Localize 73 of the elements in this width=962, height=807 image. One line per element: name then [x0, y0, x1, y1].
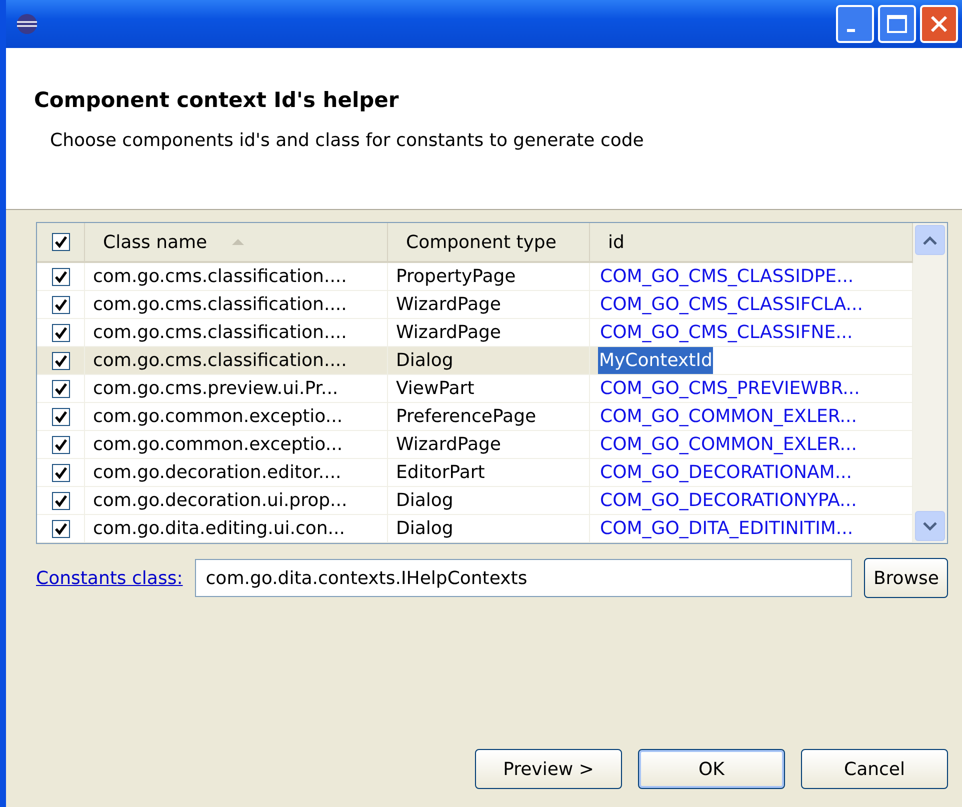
table-cell-text: WizardPage — [396, 293, 501, 317]
table-row[interactable]: com.go.cms.classification.... PropertyPage COM_GO_CMS_CLASSIDPE... — [37, 263, 913, 291]
table-cell-text: com.go.decoration.ui.prop... — [93, 489, 348, 513]
minimize-button[interactable] — [836, 5, 874, 43]
table-cell-text: com.go.cms.classification.... — [93, 321, 347, 345]
checkbox[interactable] — [52, 233, 70, 251]
table-cell-text: WizardPage — [396, 321, 501, 345]
close-icon — [929, 14, 949, 34]
table-row[interactable]: com.go.cms.preview.ui.Pr... ViewPart COM_GO_CMS_PREVIEWBR... — [37, 375, 913, 403]
table-cell-text: COM_GO_COMMON_EXLER... — [599, 405, 857, 429]
checkbox[interactable] — [52, 436, 70, 454]
table-cell-text: Dialog — [396, 349, 454, 373]
checkbox[interactable] — [52, 464, 70, 482]
table-cell-text: com.go.decoration.editor.... — [93, 461, 342, 485]
sort-ascending-icon — [231, 238, 246, 246]
constants-class-link[interactable]: Constants class: — [36, 564, 183, 592]
constants-class-field[interactable]: com.go.dita.contexts.IHelpContexts — [194, 559, 852, 597]
app-globe-icon — [16, 13, 38, 35]
dialog-heading: Component context Id's helper — [34, 88, 400, 114]
table-row[interactable]: com.go.dita.editing.ui.con... Dialog COM_GO_DITA_EDITINITIM... — [37, 515, 913, 543]
table-cell-text: COM_GO_CMS_CLASSIDPE... — [599, 265, 854, 289]
dialog-description: Choose components id's and class for constants to generate code — [50, 129, 645, 154]
table-row[interactable]: com.go.cms.classification.... WizardPage COM_GO_CMS_CLASSIFCLA... — [37, 291, 913, 319]
table-cell-text: PreferencePage — [396, 405, 536, 429]
table-cell-text: EditorPart — [396, 461, 485, 485]
browse-button[interactable]: Browse — [864, 558, 948, 598]
table-cell-text: WizardPage — [396, 433, 501, 457]
checkbox[interactable] — [52, 380, 70, 398]
vertical-scrollbar[interactable] — [913, 223, 947, 543]
table-cell-text: com.go.cms.classification.... — [93, 265, 347, 289]
table-cell-text: com.go.common.exceptio... — [93, 433, 343, 457]
table-row[interactable]: com.go.decoration.editor.... EditorPart COM_GO_DECORATIONAM... — [37, 459, 913, 487]
table-row[interactable]: com.go.decoration.ui.prop... Dialog COM_GO_DECORATIONYPA... — [37, 487, 913, 515]
id-edit-field[interactable]: MyContextId — [598, 347, 912, 374]
table-cell-text: com.go.cms.preview.ui.Pr... — [93, 377, 338, 401]
dialog-button[interactable]: Preview > — [475, 749, 622, 789]
chevron-up-icon — [923, 236, 937, 244]
table-row[interactable]: com.go.common.exceptio... WizardPage COM_GO_COMMON_EXLER... — [37, 431, 913, 459]
checkbox[interactable] — [52, 408, 70, 426]
minimize-icon — [847, 28, 855, 32]
dialog-button[interactable]: Cancel — [801, 749, 948, 789]
checkbox[interactable] — [52, 296, 70, 314]
table-cell-text: COM_GO_CMS_CLASSIFNE... — [599, 321, 853, 345]
chevron-down-icon — [923, 522, 937, 530]
column-header[interactable]: Component type — [388, 223, 590, 261]
table-cell-text: Dialog — [396, 489, 454, 513]
maximize-icon — [887, 15, 907, 33]
table-cell-text: ViewPart — [396, 377, 474, 401]
table-cell-text: COM_GO_CMS_CLASSIFCLA... — [599, 293, 863, 317]
close-button[interactable] — [920, 5, 958, 43]
dialog-button[interactable]: OK — [638, 749, 785, 789]
table-cell-text: com.go.cms.classification.... — [93, 349, 347, 373]
table-cell-text: COM_GO_DITA_EDITINITIM... — [599, 517, 854, 541]
checkbox[interactable] — [52, 324, 70, 342]
table-cell-text: COM_GO_DECORATIONAM... — [599, 461, 852, 485]
table-cell-text: COM_GO_DECORATIONYPA... — [599, 489, 857, 513]
checkbox[interactable] — [52, 352, 70, 370]
column-header[interactable]: Class name — [85, 223, 388, 261]
table-cell-text: com.go.cms.classification.... — [93, 293, 347, 317]
table-cell-text: PropertyPage — [396, 265, 516, 289]
table-cell-text: COM_GO_COMMON_EXLER... — [599, 433, 857, 457]
checkbox[interactable] — [52, 520, 70, 538]
table-cell-text: COM_GO_CMS_PREVIEWBR... — [599, 377, 860, 401]
maximize-button[interactable] — [878, 5, 916, 43]
checkbox[interactable] — [52, 268, 70, 286]
scroll-up-button[interactable] — [915, 225, 945, 255]
checkbox[interactable] — [52, 492, 70, 510]
table-cell-text: Dialog — [396, 517, 454, 541]
table-row[interactable]: com.go.common.exceptio... PreferencePage COM_GO_COMMON_EXLER... — [37, 403, 913, 431]
scroll-down-button[interactable] — [915, 511, 945, 541]
table-cell-text: com.go.common.exceptio... — [93, 405, 343, 429]
table-row[interactable]: com.go.cms.classification.... Dialog MyContextId — [37, 347, 913, 375]
table-cell-text: com.go.dita.editing.ui.con... — [93, 517, 345, 541]
